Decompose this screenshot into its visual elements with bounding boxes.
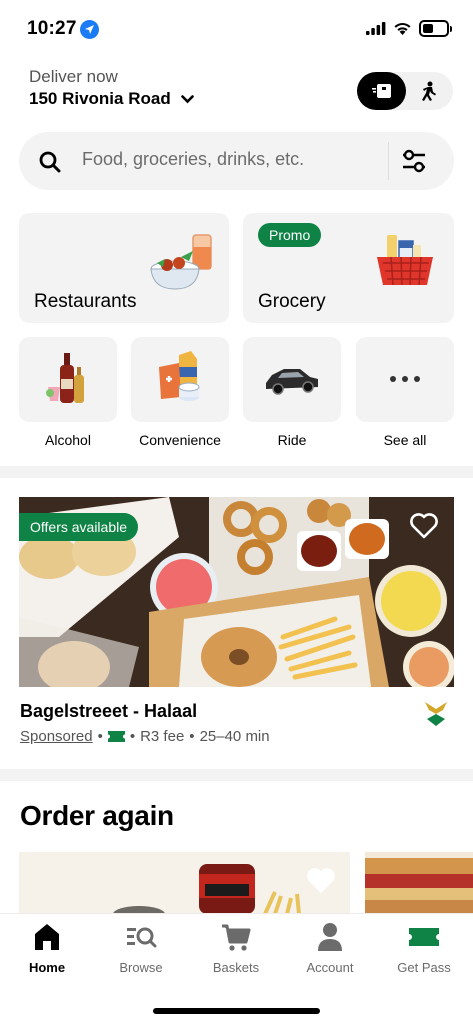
nav-get-pass[interactable]: Get Pass (379, 922, 469, 975)
nav-baskets[interactable]: Baskets (191, 922, 281, 975)
pickup-icon[interactable] (419, 81, 438, 101)
search-bar[interactable] (19, 132, 454, 190)
chevron-down-icon (180, 94, 194, 103)
store-meta: Sponsored • • R3 fee • 25–40 min (20, 728, 270, 745)
nav-label: Get Pass (397, 960, 451, 975)
wifi-icon (394, 22, 411, 35)
promo-badge: Promo (258, 223, 322, 247)
grocery-basket-icon (377, 235, 433, 286)
search-divider (388, 142, 389, 180)
delivery-eta: 25–40 min (199, 728, 270, 745)
car-icon (266, 369, 318, 395)
category-see-all[interactable] (356, 337, 454, 422)
location-arrow-icon (80, 20, 99, 39)
favorite-heart-icon[interactable] (306, 867, 336, 895)
category-grocery[interactable]: Promo Grocery (243, 213, 454, 323)
offers-badge: Offers available (19, 513, 139, 541)
nav-label: Baskets (212, 960, 260, 975)
address-text: 150 Rivonia Road (29, 89, 171, 108)
nav-label: Browse (119, 960, 163, 975)
order-again-image (19, 852, 350, 914)
status-bar: 10:27 (0, 0, 473, 58)
category-label-convenience: Convenience (139, 432, 221, 448)
pass-ticket-icon (107, 731, 125, 742)
account-icon (318, 923, 342, 951)
home-icon (35, 924, 59, 950)
order-again-title: Order again (20, 800, 174, 831)
category-alcohol[interactable] (19, 337, 117, 422)
restaurant-bowl-icon (150, 234, 212, 290)
delivery-mode-button[interactable] (357, 72, 406, 110)
store-logo-icon (425, 702, 447, 726)
cart-icon (222, 924, 251, 951)
filter-icon[interactable] (401, 148, 427, 174)
home-indicator (153, 1008, 320, 1014)
more-dots-icon (390, 376, 420, 382)
store-name[interactable]: Bagelstreeet - Halaal (20, 701, 197, 722)
section-divider (0, 466, 473, 478)
battery-fill (423, 24, 433, 33)
convenience-items-icon (159, 351, 200, 401)
order-again-image (365, 852, 473, 914)
nav-browse[interactable]: Browse (96, 922, 186, 975)
cellular-signal-icon (366, 22, 386, 35)
delivery-mode-toggle[interactable] (357, 72, 453, 110)
status-time: 10:27 (27, 18, 77, 39)
delivery-icon (371, 84, 391, 98)
category-convenience[interactable] (131, 337, 229, 422)
alcohol-bottles-icon (46, 353, 84, 403)
order-again-card[interactable] (19, 852, 350, 914)
search-icon (39, 151, 61, 173)
nav-account[interactable]: Account (285, 922, 375, 975)
favorite-heart-icon[interactable] (410, 513, 438, 539)
address-selector[interactable]: 150 Rivonia Road (29, 89, 194, 109)
deliver-label: Deliver now (29, 67, 118, 86)
search-input[interactable] (82, 149, 382, 170)
category-label-alcohol: Alcohol (45, 432, 91, 448)
section-divider (0, 769, 473, 781)
meta-separator: • (129, 728, 136, 745)
battery-icon (419, 20, 452, 37)
order-again-card[interactable] (365, 852, 473, 914)
delivery-fee: R3 fee (140, 728, 185, 745)
category-label-see-all: See all (383, 432, 427, 448)
meta-separator: • (97, 728, 103, 745)
category-ride[interactable] (243, 337, 341, 422)
pass-ticket-icon (409, 928, 439, 946)
nav-label: Account (306, 960, 354, 975)
nav-label: Home (28, 960, 66, 975)
category-restaurants[interactable]: Restaurants (19, 213, 229, 323)
nav-home[interactable]: Home (2, 922, 92, 975)
category-label-ride: Ride (277, 432, 307, 448)
sponsored-link[interactable]: Sponsored (20, 728, 93, 745)
browse-icon (127, 927, 157, 948)
category-label: Restaurants (34, 291, 137, 312)
meta-separator: • (189, 728, 195, 745)
category-label: Grocery (258, 291, 326, 312)
